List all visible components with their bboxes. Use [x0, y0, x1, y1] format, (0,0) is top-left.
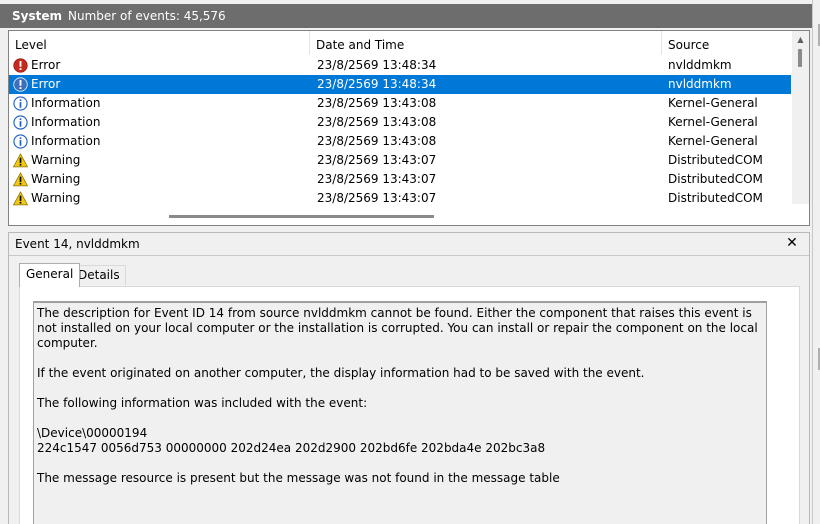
divider	[9, 255, 809, 256]
log-header-bar: System Number of events: 45,576	[0, 4, 812, 28]
level-text: Warning	[31, 191, 81, 205]
detail-title: Event 14, nvlddmkm	[15, 237, 140, 251]
source-cell: Kernel-General	[668, 96, 758, 110]
grid-header: Level Date and Time Source	[9, 31, 791, 55]
description-paragraph: If the event originated on another compu…	[37, 366, 645, 380]
event-description[interactable]: The description for Event ID 14 from sou…	[33, 301, 767, 524]
level-cell: Warning	[13, 151, 80, 170]
column-header-source[interactable]: Source	[662, 31, 791, 55]
level-text: Error	[31, 58, 61, 72]
table-row[interactable]: Information 23/8/2569 13:43:08 Kernel-Gene…	[9, 132, 791, 151]
device-path: \Device\00000194	[37, 426, 148, 440]
level-text: Information	[31, 115, 101, 129]
level-text: Warning	[31, 153, 81, 167]
event-rows: Error 23/8/2569 13:48:34 nvlddmkm Error 23/8…	[9, 56, 791, 208]
table-row[interactable]: Warning 23/8/2569 13:43:07 DistributedCOM	[9, 151, 791, 170]
date-cell: 23/8/2569 13:43:08	[317, 96, 437, 110]
right-pane-edge	[812, 0, 820, 524]
date-cell: 23/8/2569 13:43:08	[317, 134, 437, 148]
info-icon	[13, 96, 31, 111]
date-cell: 23/8/2569 13:48:34	[317, 77, 437, 91]
info-icon	[13, 134, 31, 149]
column-header-date[interactable]: Date and Time	[310, 31, 662, 55]
general-tab-panel: The description for Event ID 14 from sou…	[19, 286, 800, 524]
table-row[interactable]: Information 23/8/2569 13:43:08 Kernel-Gene…	[9, 113, 791, 132]
description-paragraph: The description for Event ID 14 from sou…	[37, 306, 762, 350]
description-paragraph: The message resource is present but the …	[37, 471, 560, 485]
level-text: Warning	[31, 172, 81, 186]
table-row[interactable]: Error 23/8/2569 13:48:34 nvlddmkm	[9, 56, 791, 75]
date-cell: 23/8/2569 13:43:08	[317, 115, 437, 129]
level-cell: Information	[13, 132, 100, 151]
vertical-scrollbar[interactable]: ▲	[792, 31, 809, 204]
table-row[interactable]: Warning 23/8/2569 13:43:07 DistributedCOM	[9, 189, 791, 208]
source-cell: nvlddmkm	[668, 77, 732, 91]
source-cell: Kernel-General	[668, 134, 758, 148]
event-detail-pane: Event 14, nvlddmkm ✕ General Details The…	[8, 232, 810, 524]
log-title: System	[12, 9, 62, 23]
tab-general[interactable]: General	[19, 263, 81, 287]
error-icon	[13, 58, 31, 73]
source-cell: Kernel-General	[668, 115, 758, 129]
level-cell: Warning	[13, 189, 80, 208]
events-grid[interactable]: Level Date and Time Source Error 23/8/256…	[8, 30, 810, 226]
source-cell: DistributedCOM	[668, 172, 763, 186]
level-cell: Error	[13, 56, 60, 75]
column-header-level[interactable]: Level	[9, 31, 310, 55]
level-cell: Information	[13, 94, 100, 113]
level-cell: Information	[13, 113, 100, 132]
error-icon	[13, 77, 31, 92]
source-cell: DistributedCOM	[668, 153, 763, 167]
warning-icon	[13, 191, 31, 206]
warning-icon	[13, 153, 31, 168]
close-icon[interactable]: ✕	[785, 235, 799, 251]
scroll-up-icon[interactable]: ▲	[792, 31, 809, 48]
level-cell: Warning	[13, 170, 80, 189]
level-text: Error	[31, 77, 61, 91]
description-paragraph: The following information was included w…	[37, 396, 368, 410]
table-row[interactable]: Information 23/8/2569 13:43:08 Kernel-Gene…	[9, 94, 791, 113]
table-row[interactable]: Error 23/8/2569 13:48:34 nvlddmkm	[9, 75, 791, 94]
source-cell: nvlddmkm	[668, 58, 732, 72]
event-data-hex: 224c1547 0056d753 00000000 202d24ea 202d…	[37, 441, 546, 455]
scroll-thumb-horizontal[interactable]	[169, 215, 434, 218]
date-cell: 23/8/2569 13:43:07	[317, 153, 437, 167]
level-cell: Error	[13, 75, 60, 94]
level-text: Information	[31, 96, 101, 110]
warning-icon	[13, 172, 31, 187]
level-text: Information	[31, 134, 101, 148]
event-count: Number of events: 45,576	[68, 9, 226, 23]
date-cell: 23/8/2569 13:48:34	[317, 58, 437, 72]
date-cell: 23/8/2569 13:43:07	[317, 172, 437, 186]
horizontal-scrollbar[interactable]	[9, 210, 791, 224]
info-icon	[13, 115, 31, 130]
scroll-thumb[interactable]	[798, 49, 802, 67]
table-row[interactable]: Warning 23/8/2569 13:43:07 DistributedCOM	[9, 170, 791, 189]
date-cell: 23/8/2569 13:43:07	[317, 191, 437, 205]
source-cell: DistributedCOM	[668, 191, 763, 205]
